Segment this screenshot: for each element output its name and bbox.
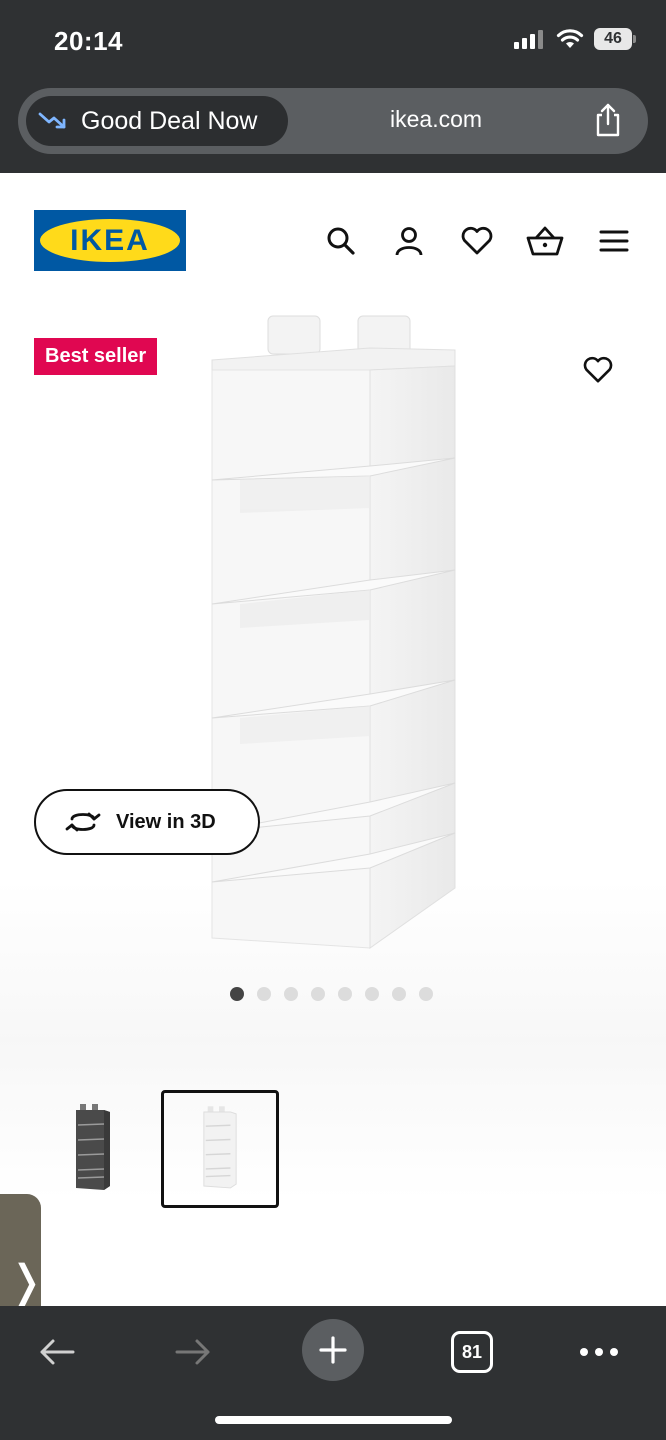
- wishlist-button[interactable]: [458, 222, 496, 260]
- carousel-dots: [230, 987, 433, 1001]
- home-indicator: [215, 1416, 452, 1424]
- view-in-3d-button[interactable]: View in 3D: [34, 789, 260, 855]
- carousel-dot[interactable]: [419, 987, 433, 1001]
- thumbnail-dark-grey[interactable]: [34, 1090, 152, 1208]
- deal-pill[interactable]: Good Deal Now: [26, 96, 288, 146]
- address-bar[interactable]: Good Deal Now ikea.com: [18, 88, 648, 154]
- carousel-dot[interactable]: [284, 987, 298, 1001]
- view-in-3d-label: View in 3D: [116, 811, 216, 833]
- more-button[interactable]: [564, 1322, 634, 1382]
- signal-icon: [514, 30, 543, 49]
- rotate-3d-icon: [65, 812, 101, 832]
- arrow-right-icon: [175, 1339, 210, 1365]
- trend-down-icon: [38, 112, 66, 129]
- thumbnail-white[interactable]: [161, 1090, 279, 1208]
- plus-circle: [302, 1319, 364, 1381]
- deal-label: Good Deal Now: [81, 107, 258, 135]
- battery-indicator: 46: [594, 28, 636, 50]
- ikea-logo[interactable]: IKEA: [34, 210, 186, 271]
- product-image[interactable]: [180, 308, 480, 968]
- logo-text: IKEA: [70, 223, 150, 257]
- carousel-dot[interactable]: [311, 987, 325, 1001]
- status-time: 20:14: [54, 26, 123, 56]
- share-icon[interactable]: [592, 102, 624, 138]
- chevron-right-icon: ❭: [8, 1257, 45, 1306]
- search-icon: [327, 227, 355, 255]
- heart-icon: [461, 226, 493, 255]
- carousel-dot[interactable]: [338, 987, 352, 1001]
- heart-icon: [583, 356, 613, 383]
- back-button[interactable]: [22, 1322, 92, 1382]
- wifi-icon: [556, 29, 584, 48]
- url-text[interactable]: ikea.com: [390, 106, 482, 133]
- menu-button[interactable]: [595, 222, 633, 260]
- basket-button[interactable]: [526, 222, 564, 260]
- thumbnail-image: [76, 1104, 110, 1190]
- tab-count: 81: [451, 1331, 493, 1373]
- account-icon: [395, 227, 423, 256]
- battery-tip: [633, 35, 636, 43]
- carousel-dot[interactable]: [392, 987, 406, 1001]
- plus-icon: [319, 1336, 347, 1364]
- search-button[interactable]: [322, 222, 360, 260]
- status-icons: 46: [514, 28, 636, 50]
- best-seller-badge: Best seller: [34, 338, 158, 375]
- thumbnail-image: [203, 1106, 237, 1189]
- carousel-dot[interactable]: [230, 987, 244, 1001]
- arrow-left-icon: [40, 1339, 75, 1365]
- browser-top-chrome: 20:14 46 Good Deal Now ikea.com: [0, 0, 666, 173]
- menu-icon: [599, 230, 629, 252]
- forward-button[interactable]: [158, 1322, 228, 1382]
- basket-icon: [526, 226, 564, 256]
- account-button[interactable]: [390, 222, 428, 260]
- more-dots-icon: [580, 1348, 618, 1356]
- carousel-dot[interactable]: [365, 987, 379, 1001]
- tabs-button[interactable]: 81: [437, 1322, 507, 1382]
- carousel-dot[interactable]: [257, 987, 271, 1001]
- battery-level: 46: [594, 28, 632, 50]
- favorite-button[interactable]: [578, 350, 618, 390]
- new-tab-button[interactable]: [298, 1312, 368, 1388]
